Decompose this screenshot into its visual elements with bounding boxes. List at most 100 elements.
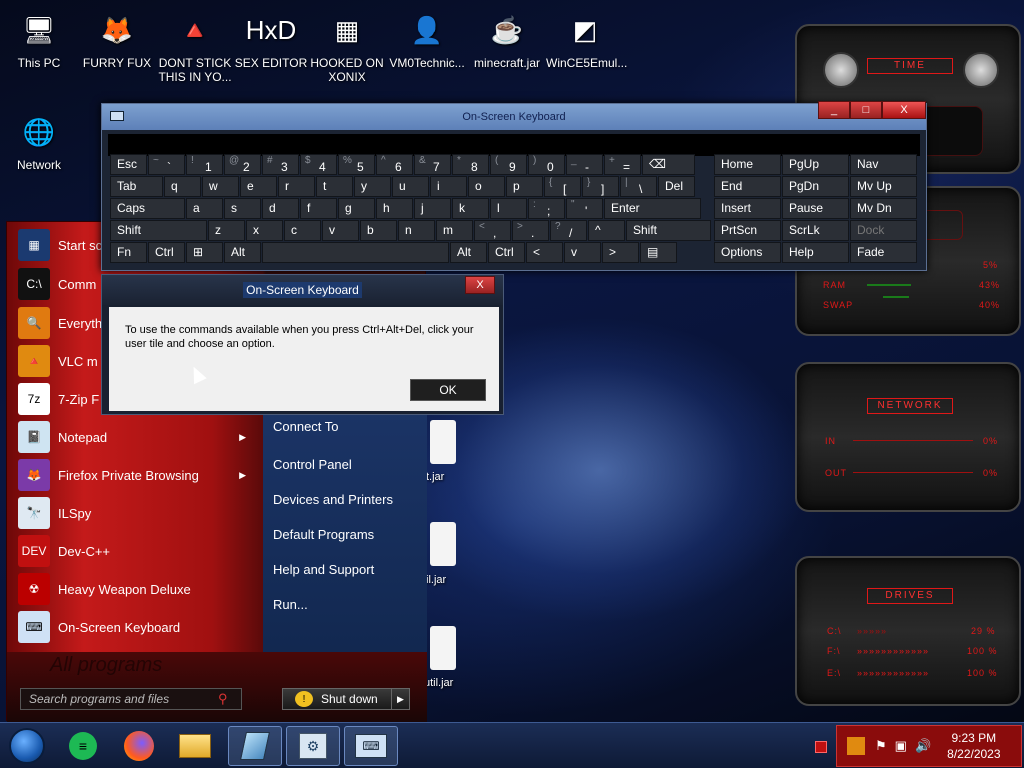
keyboard-key[interactable]: <, (474, 220, 511, 241)
keyboard-nav-key[interactable]: Help (782, 242, 849, 263)
keyboard-key[interactable]: t (316, 176, 353, 197)
keyboard-key[interactable]: ? / (550, 220, 587, 241)
network-icon[interactable]: ▣ (895, 738, 907, 754)
start-menu-program[interactable]: DEV Dev-C++ (18, 533, 254, 569)
keyboard-key[interactable]: $4 (300, 154, 337, 175)
keyboard-key[interactable]: Shift (110, 220, 207, 241)
keyboard-key[interactable]: r (278, 176, 315, 197)
keyboard-key[interactable]: Fn (110, 242, 147, 263)
keyboard-key[interactable]: k (452, 198, 489, 219)
jar-icon[interactable] (430, 420, 456, 464)
keyboard-nav-key[interactable]: Nav (850, 154, 917, 175)
keyboard-key[interactable]: {[ (544, 176, 581, 197)
keyboard-key[interactable] (262, 242, 449, 263)
keyboard-key[interactable]: y (354, 176, 391, 197)
keyboard-key[interactable]: s (224, 198, 261, 219)
keyboard-key[interactable]: v (322, 220, 359, 241)
keyboard-key[interactable]: #3 (262, 154, 299, 175)
keyboard-key[interactable]: Ctrl (148, 242, 185, 263)
keyboard-key[interactable]: > (602, 242, 639, 263)
keyboard-key[interactable]: @2 (224, 154, 261, 175)
start-menu-program[interactable]: 📓 Notepad ▶ (18, 419, 254, 455)
keyboard-key[interactable]: >. (512, 220, 549, 241)
keyboard-key[interactable]: Alt (224, 242, 261, 263)
flag-icon[interactable]: ⚑ (875, 738, 887, 754)
keyboard-key[interactable]: u (392, 176, 429, 197)
start-menu-program[interactable]: ⌨ On-Screen Keyboard (18, 609, 254, 645)
desktop-icon[interactable]: 🔺 DONT STICK THIS IN YO... (156, 8, 234, 84)
keyboard-key[interactable]: w (202, 176, 239, 197)
keyboard-key[interactable]: Ctrl (488, 242, 525, 263)
keyboard-key[interactable]: j (414, 198, 451, 219)
keyboard-key[interactable]: v (564, 242, 601, 263)
keyboard-key[interactable]: ! 1 (186, 154, 223, 175)
keyboard-key[interactable]: h (376, 198, 413, 219)
keyboard-key[interactable]: n (398, 220, 435, 241)
desktop-icon[interactable]: 🖥 This PC (0, 8, 78, 70)
jar-icon[interactable] (430, 522, 456, 566)
keyboard-nav-key[interactable]: PgDn (782, 176, 849, 197)
keyboard-nav-key[interactable]: Options (714, 242, 781, 263)
keyboard-key[interactable]: + = (604, 154, 641, 175)
keyboard-nav-key[interactable]: Mv Dn (850, 198, 917, 219)
desktop-icon[interactable]: HxD SEX EDITOR (232, 8, 310, 70)
keyboard-key[interactable]: ⊞ (186, 242, 223, 263)
keyboard-key[interactable]: & 7 (414, 154, 451, 175)
keyboard-nav-key[interactable]: End (714, 176, 781, 197)
keyboard-key[interactable]: Shift (626, 220, 711, 241)
keyboard-key[interactable]: b (360, 220, 397, 241)
keyboard-key[interactable]: x (246, 220, 283, 241)
explorer-taskbar-button[interactable] (168, 726, 222, 766)
keyboard-key[interactable]: f (300, 198, 337, 219)
keyboard-key[interactable]: " ' (566, 198, 603, 219)
volume-icon[interactable]: 🔊 (915, 738, 931, 754)
notepad-taskbar-button[interactable] (228, 726, 282, 766)
show-hidden-icons-button[interactable] (815, 741, 827, 753)
keyboard-nav-key[interactable]: Pause (782, 198, 849, 219)
keyboard-key[interactable]: Caps (110, 198, 185, 219)
ok-button[interactable]: OK (410, 379, 486, 401)
keyboard-key[interactable]: * 8 (452, 154, 489, 175)
keyboard-key[interactable]: m (436, 220, 473, 241)
start-menu-link[interactable]: Help and Support (273, 562, 374, 577)
keyboard-key[interactable]: Alt (450, 242, 487, 263)
keyboard-key[interactable]: (9 (490, 154, 527, 175)
start-menu-link[interactable]: Run... (273, 597, 308, 612)
keyboard-key[interactable]: < (526, 242, 563, 263)
start-menu-program[interactable]: ☢ Heavy Weapon Deluxe (18, 571, 254, 607)
keyboard-nav-key[interactable]: Mv Up (850, 176, 917, 197)
start-menu-link[interactable]: Default Programs (273, 527, 374, 542)
search-icon[interactable]: ⚲ (218, 691, 228, 707)
spotify-taskbar-button[interactable]: ≡ (56, 726, 110, 766)
minimize-button[interactable]: _ (818, 101, 850, 119)
keyboard-key[interactable]: g (338, 198, 375, 219)
keyboard-key[interactable]: e (240, 176, 277, 197)
keyboard-key[interactable]: % 5 (338, 154, 375, 175)
all-programs-link[interactable]: All programs (50, 654, 162, 677)
keyboard-nav-key[interactable]: PgUp (782, 154, 849, 175)
desktop-icon[interactable]: 🦊 FURRY FUX (78, 8, 156, 70)
keyboard-key[interactable]: a (186, 198, 223, 219)
osk-taskbar-button[interactable]: ⌨ (344, 726, 398, 766)
keyboard-key[interactable]: z (208, 220, 245, 241)
keyboard-key[interactable]: d (262, 198, 299, 219)
dialog-title-bar[interactable]: On-Screen Keyboard (102, 275, 503, 305)
start-menu-link[interactable]: Devices and Printers (273, 492, 393, 507)
search-input[interactable]: Search programs and files (20, 688, 242, 710)
desktop-icon[interactable]: 🌐 Network (0, 110, 78, 172)
start-menu-link[interactable]: Connect To (273, 419, 339, 434)
keyboard-key[interactable]: ▤ (640, 242, 677, 263)
keyboard-nav-key[interactable]: Fade (850, 242, 917, 263)
keyboard-key[interactable]: Esc (110, 154, 147, 175)
keyboard-key[interactable]: _ - (566, 154, 603, 175)
keyboard-key[interactable]: Enter (604, 198, 701, 219)
clock[interactable]: 9:23 PM 8/22/2023 (947, 730, 1000, 762)
keyboard-key[interactable]: c (284, 220, 321, 241)
keyboard-nav-key[interactable]: PrtScn (714, 220, 781, 241)
keyboard-key[interactable]: ^ (588, 220, 625, 241)
keyboard-nav-key[interactable]: Dock (850, 220, 917, 241)
maximize-button[interactable]: □ (850, 101, 882, 119)
osk-title-bar[interactable]: On-Screen Keyboard (102, 104, 926, 130)
desktop-icon[interactable]: ☕ minecraft.jar (468, 8, 546, 70)
desktop-icon[interactable]: ◩ WinCE5Emul... (546, 8, 627, 70)
